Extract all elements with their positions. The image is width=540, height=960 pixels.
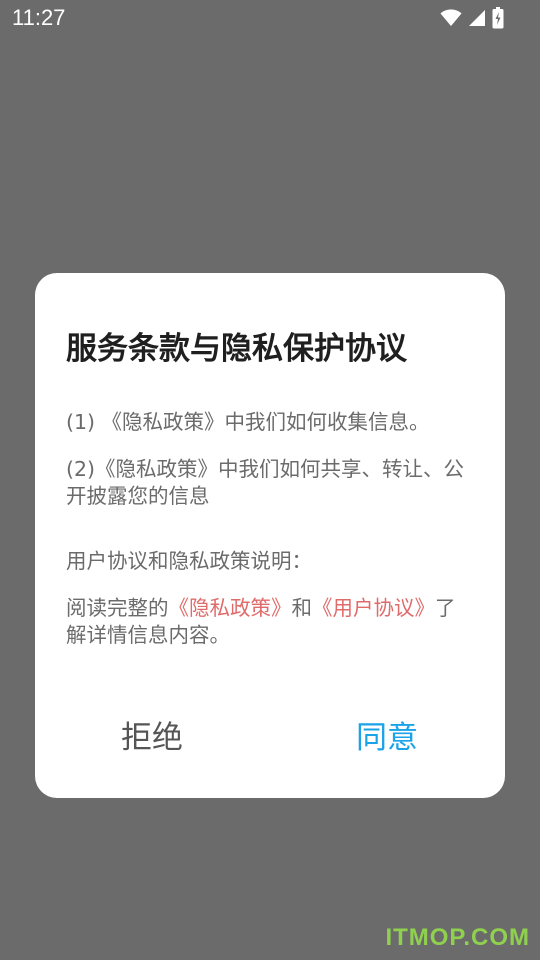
read-policies-paragraph: 阅读完整的《隐私政策》和《用户协议》了解详情信息内容。 bbox=[66, 595, 466, 649]
reject-button[interactable]: 拒绝 bbox=[121, 716, 183, 760]
wifi-icon bbox=[440, 9, 462, 27]
terms-dialog: 服务条款与隐私保护协议 (1) 《隐私政策》中我们如何收集信息。 (2)《隐私政… bbox=[35, 273, 505, 798]
collect-info-paragraph: (1) 《隐私政策》中我们如何收集信息。 bbox=[66, 410, 430, 434]
dialog-title: 服务条款与隐私保护协议 bbox=[66, 331, 407, 367]
cellular-signal-icon bbox=[468, 9, 486, 27]
status-icons bbox=[440, 6, 504, 30]
policy-explanation-heading: 用户协议和隐私政策说明： bbox=[66, 549, 312, 573]
user-agreement-link[interactable]: 《用户协议》 bbox=[312, 596, 435, 620]
share-info-paragraph: (2)《隐私政策》中我们如何共享、转让、公开披露您的信息 bbox=[66, 457, 465, 508]
status-bar: 11:27 bbox=[0, 0, 540, 36]
connector-text: 和 bbox=[291, 596, 313, 620]
site-watermark: ITMOP.COM bbox=[385, 924, 530, 951]
privacy-policy-link[interactable]: 《隐私政策》 bbox=[169, 596, 292, 620]
read-prefix-text: 阅读完整的 bbox=[66, 596, 169, 620]
agree-button[interactable]: 同意 bbox=[356, 716, 418, 760]
battery-charging-icon bbox=[492, 7, 504, 29]
status-time: 11:27 bbox=[12, 5, 66, 30]
